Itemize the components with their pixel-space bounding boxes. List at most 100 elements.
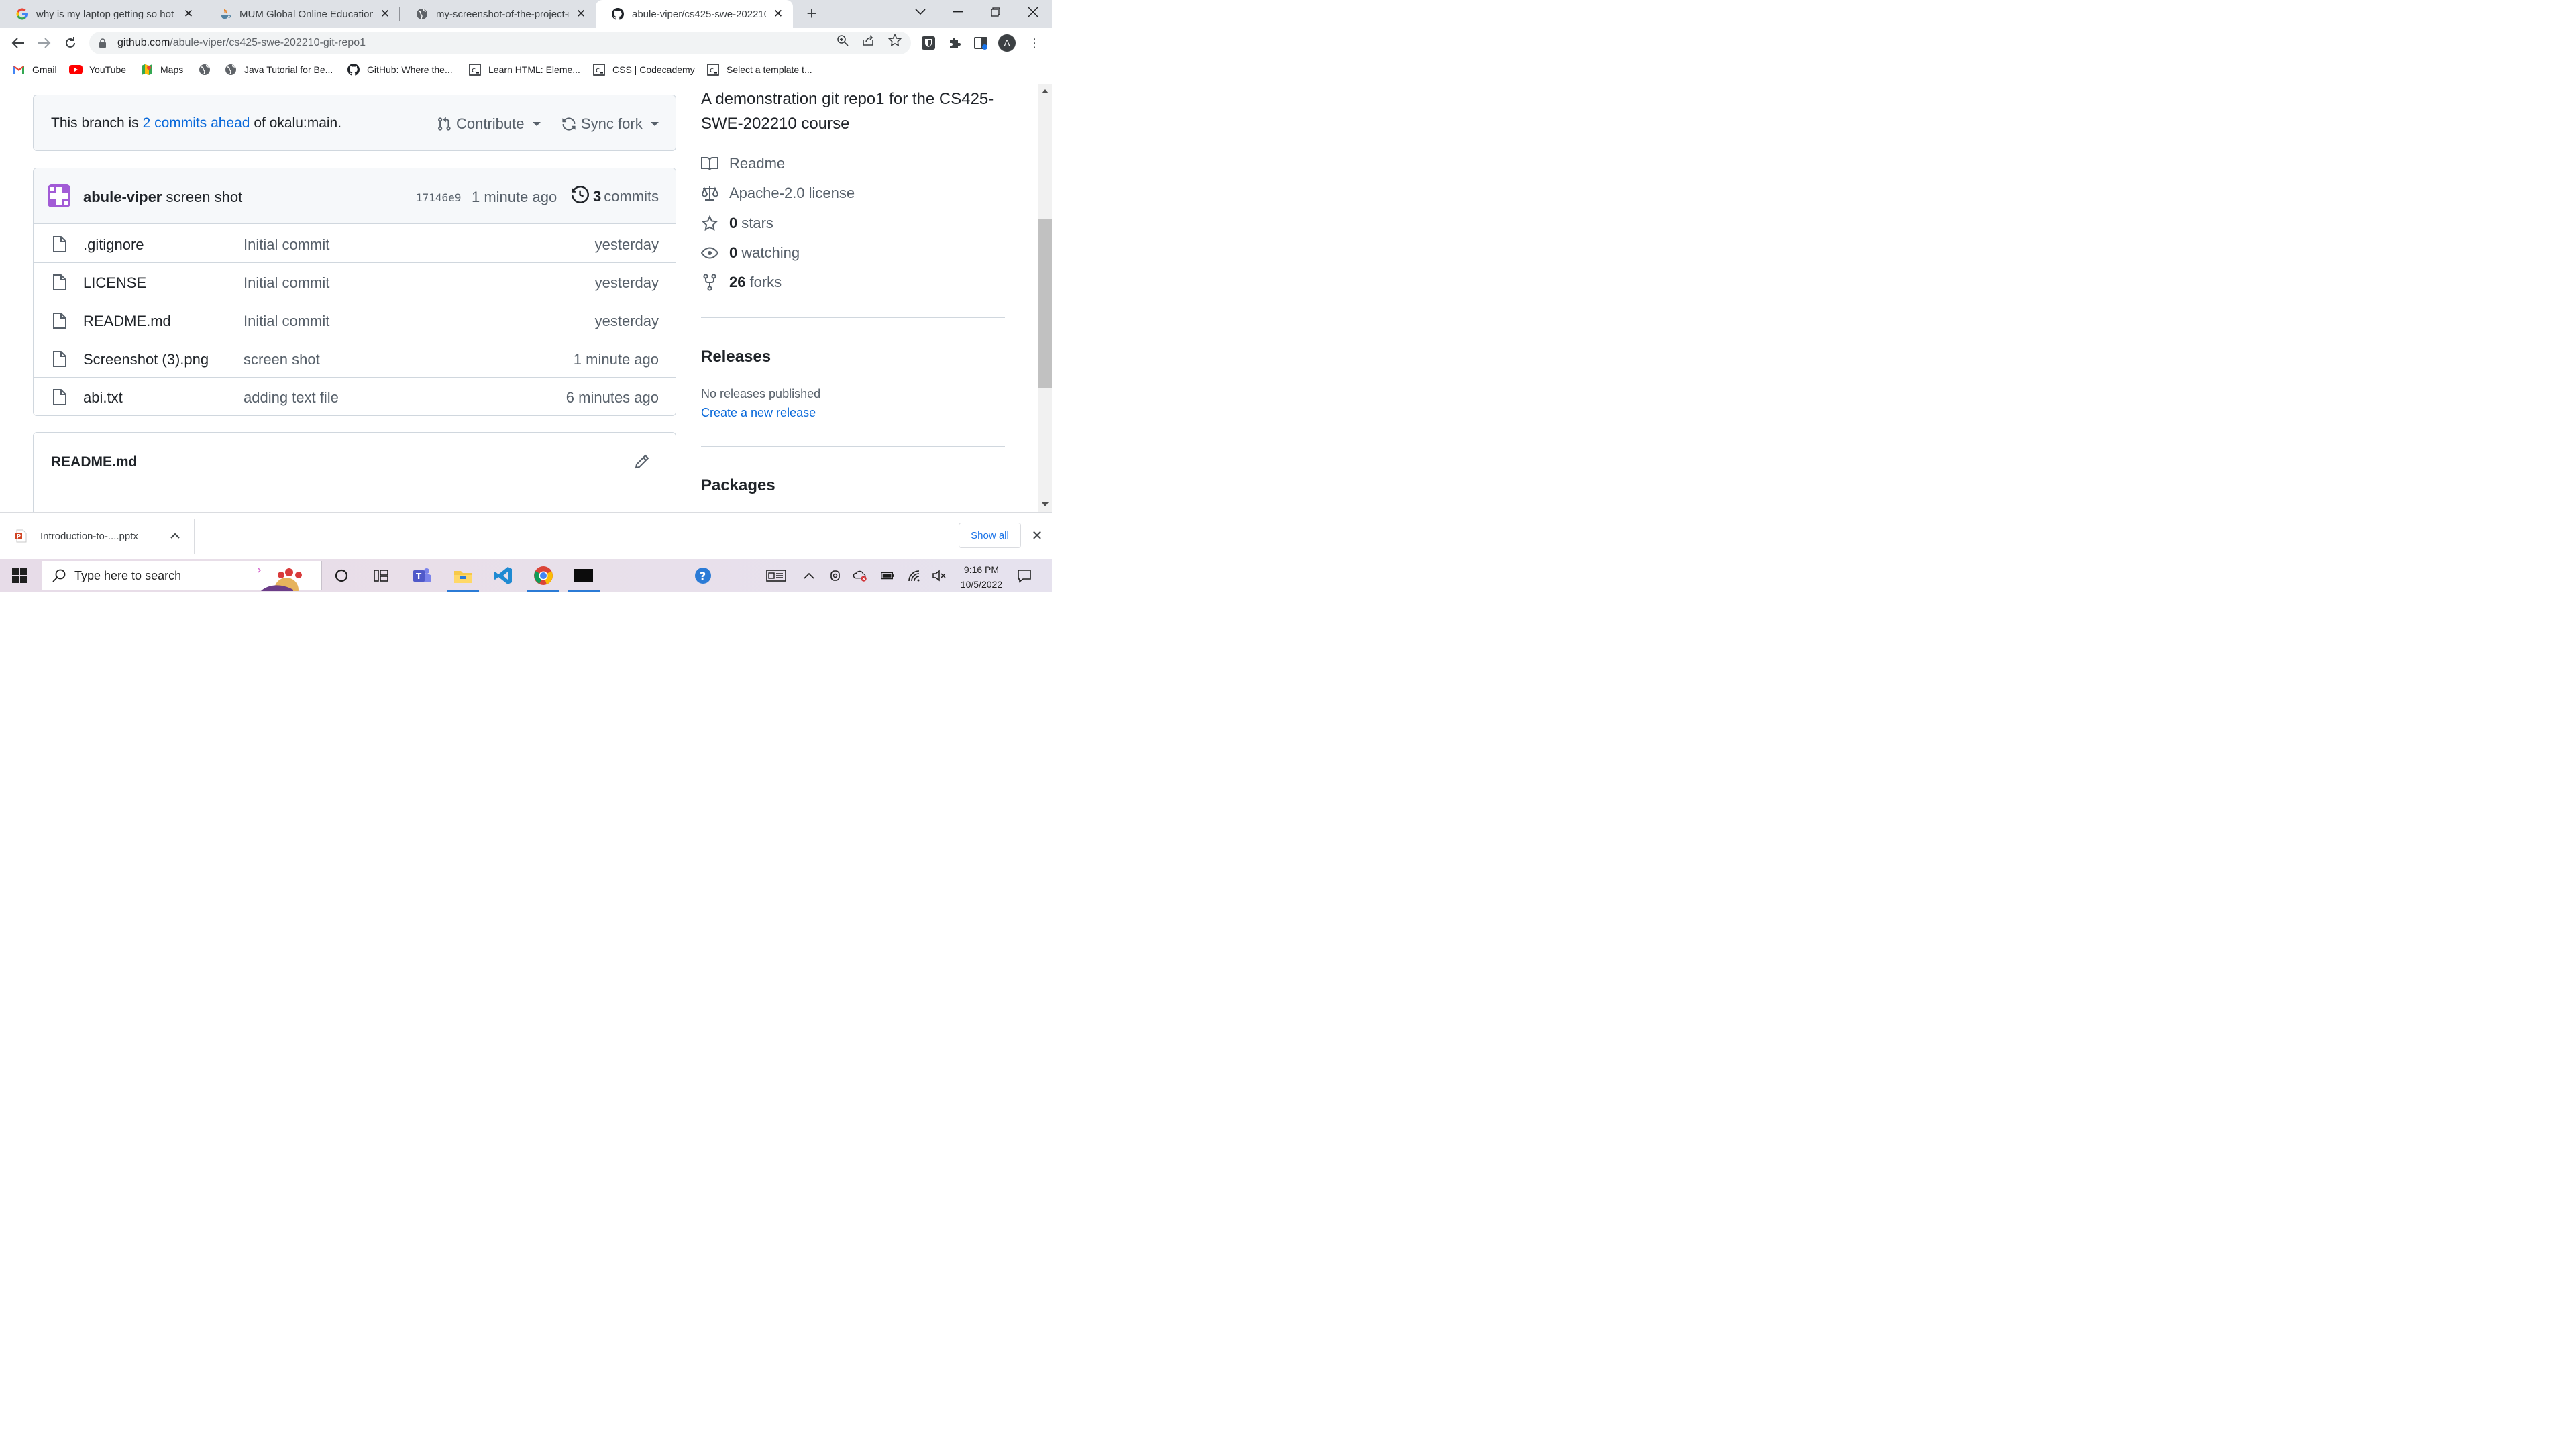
tab-google-search[interactable]: why is my laptop getting so hot ✕	[0, 0, 203, 28]
bookmark-globe[interactable]	[198, 63, 218, 76]
share-icon[interactable]	[862, 34, 875, 47]
zoom-icon[interactable]	[836, 34, 849, 47]
packages-heading[interactable]: Packages	[701, 476, 775, 495]
volume-muted-icon[interactable]	[932, 568, 947, 583]
terminal-icon[interactable]	[573, 565, 594, 586]
tab-mum-education[interactable]: MUM Global Online Education : C ✕	[203, 0, 400, 28]
close-window-icon[interactable]	[1020, 0, 1046, 24]
star-icon	[701, 215, 718, 232]
restore-icon[interactable]	[982, 0, 1009, 24]
file-row[interactable]: LICENSE Initial commit yesterday	[34, 263, 676, 301]
watching-link[interactable]: 0 watching	[701, 243, 800, 263]
bookmark-github[interactable]: GitHub: Where the...	[347, 63, 453, 76]
stars-link[interactable]: 0 stars	[701, 213, 773, 233]
file-name-link[interactable]: .gitignore	[83, 236, 144, 254]
scroll-down-icon[interactable]	[1042, 502, 1049, 506]
close-tab-icon[interactable]: ✕	[182, 7, 195, 21]
file-row[interactable]: abi.txt adding text file 6 minutes ago	[34, 378, 676, 415]
file-name-link[interactable]: Screenshot (3).png	[83, 351, 209, 368]
wifi-icon[interactable]	[908, 568, 922, 583]
page-scrollbar[interactable]	[1038, 84, 1052, 512]
download-item[interactable]: P Introduction-to-....pptx	[15, 529, 138, 543]
back-arrow-icon[interactable]	[9, 34, 28, 52]
file-commit-message[interactable]: screen shot	[244, 351, 320, 368]
license-link[interactable]: Apache-2.0 license	[701, 183, 855, 203]
commit-message[interactable]: screen shot	[162, 189, 242, 205]
file-commit-message[interactable]: Initial commit	[244, 313, 329, 330]
cortana-icon[interactable]	[331, 565, 352, 586]
close-tab-icon[interactable]: ✕	[378, 7, 392, 21]
profile-avatar[interactable]: A	[998, 34, 1016, 52]
notification-center-icon[interactable]	[1017, 568, 1032, 583]
file-row[interactable]: .gitignore Initial commit yesterday	[34, 225, 676, 263]
close-tab-icon[interactable]: ✕	[574, 7, 588, 21]
battery-icon[interactable]	[880, 568, 895, 583]
scroll-up-icon[interactable]	[1042, 89, 1049, 93]
watching-label: watching	[741, 244, 800, 261]
contribute-button[interactable]: Contribute	[436, 114, 541, 134]
file-name-link[interactable]: LICENSE	[83, 274, 146, 292]
close-download-bar-icon[interactable]: ✕	[1030, 529, 1044, 543]
bookmark-learn-html[interactable]: c Learn HTML: Eleme...	[468, 63, 580, 76]
show-all-downloads-button[interactable]: Show all	[959, 523, 1021, 548]
file-row[interactable]: Screenshot (3).png screen shot 1 minute …	[34, 339, 676, 378]
file-name-link[interactable]: README.md	[83, 313, 171, 330]
bookmark-css-codecademy[interactable]: c CSS | Codecademy	[592, 63, 695, 76]
chrome-icon[interactable]	[533, 565, 554, 586]
readme-link[interactable]: Readme	[701, 154, 785, 174]
tab-search-icon[interactable]	[907, 0, 934, 24]
readme-label: Readme	[729, 155, 786, 172]
new-tab-button[interactable]: +	[802, 4, 821, 23]
file-name-link[interactable]: abi.txt	[83, 389, 123, 407]
bitwarden-shield-icon[interactable]	[920, 35, 936, 51]
commit-author-link[interactable]: abule-viper	[83, 189, 162, 205]
commits-ahead-link[interactable]: 2 commits ahead	[143, 115, 250, 131]
create-release-link[interactable]: Create a new release	[701, 406, 816, 420]
scrollbar-thumb[interactable]	[1038, 219, 1052, 388]
tab-title: my-screenshot-of-the-project-re	[436, 8, 569, 20]
taskbar-clock[interactable]: 9:16 PM 10/5/2022	[953, 562, 1010, 592]
teams-icon[interactable]: T	[411, 565, 433, 586]
bookmark-select-template[interactable]: c Select a template t...	[706, 63, 812, 76]
task-view-icon[interactable]	[370, 565, 392, 586]
file-commit-message[interactable]: Initial commit	[244, 274, 329, 292]
releases-heading[interactable]: Releases	[701, 347, 771, 366]
onedrive-error-icon[interactable]	[853, 568, 868, 583]
close-tab-icon[interactable]: ✕	[771, 7, 785, 21]
commit-count-label: commits	[604, 188, 659, 205]
file-icon	[53, 351, 66, 367]
extensions-puzzle-icon[interactable]	[947, 35, 963, 51]
tab-screenshot[interactable]: my-screenshot-of-the-project-re ✕	[400, 0, 596, 28]
chevron-up-icon[interactable]	[169, 530, 181, 542]
help-icon[interactable]: ?	[692, 565, 714, 586]
bookmark-maps[interactable]: Maps	[140, 63, 183, 76]
file-commit-message[interactable]: adding text file	[244, 389, 339, 407]
author-avatar[interactable]	[48, 184, 70, 207]
file-row[interactable]: README.md Initial commit yesterday	[34, 301, 676, 339]
address-bar[interactable]: github.com/abule-viper/cs425-swe-202210-…	[89, 32, 911, 54]
forward-arrow-icon[interactable]	[35, 34, 54, 52]
news-widget-icon[interactable]	[766, 568, 786, 583]
pencil-edit-icon[interactable]	[633, 453, 651, 470]
tab-github-repo[interactable]: abule-viper/cs425-swe-202210-g ✕	[596, 0, 793, 28]
bookmark-youtube[interactable]: YouTube	[69, 63, 126, 76]
vscode-icon[interactable]	[492, 565, 514, 586]
camera-icon[interactable]	[828, 568, 843, 583]
file-explorer-icon[interactable]	[452, 565, 474, 586]
commit-sha[interactable]: 17146e9	[416, 191, 461, 204]
sync-fork-button[interactable]: Sync fork	[561, 114, 659, 134]
browser-menu-icon[interactable]: ⋮	[1028, 36, 1041, 50]
file-commit-message[interactable]: Initial commit	[244, 236, 329, 254]
minimize-icon[interactable]	[945, 0, 971, 24]
forks-link[interactable]: 26 forks	[701, 272, 782, 292]
windows-start-icon[interactable]	[12, 568, 27, 583]
reload-icon[interactable]	[61, 34, 80, 52]
taskbar-search-box[interactable]: Type here to search	[42, 561, 322, 591]
bookmark-gmail[interactable]: Gmail	[12, 63, 57, 76]
commits-link[interactable]: 3 commits	[572, 185, 659, 206]
bookmark-java-tutorial[interactable]: Java Tutorial for Be...	[224, 63, 333, 76]
lock-icon[interactable]	[99, 38, 108, 48]
bookmark-star-icon[interactable]	[888, 34, 902, 47]
chevron-up-icon[interactable]	[802, 568, 816, 583]
side-panel-icon[interactable]	[973, 35, 989, 51]
